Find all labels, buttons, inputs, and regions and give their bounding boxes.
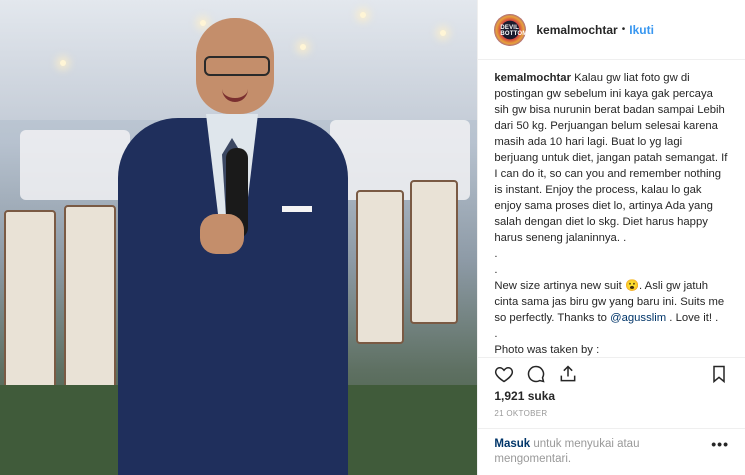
caption-text: Kalau gw liat foto gw di postingan gw se… [494,72,728,324]
comment-icon[interactable] [526,364,546,384]
post-date: 21 OKTOBER [494,409,548,418]
separator-dot: • [621,24,626,35]
chair [4,210,56,414]
username-link[interactable]: kemalmochtar [536,23,617,37]
user-avatar[interactable]: DEVIL BOTTOM [494,13,528,46]
comment-prompt-text: Masuk untuk menyukai atau mengomentari. [494,437,711,467]
avatar-logo-text: DEVIL BOTTOM [500,24,528,37]
hand [200,214,244,254]
smiling-man-in-blue-suit [118,18,348,475]
chair [64,205,116,409]
heart-icon[interactable] [494,364,514,384]
post-header: DEVIL BOTTOM kemalmochtar • Ikuti [478,0,745,60]
more-options-icon[interactable]: ••• [711,437,729,467]
chair [356,190,404,344]
share-icon[interactable] [558,364,578,384]
glasses [204,56,270,76]
follow-button[interactable]: Ikuti [629,23,654,37]
pocket-square [282,206,312,212]
post-photo[interactable] [0,0,478,475]
caption-username[interactable]: kemalmochtar [494,72,571,84]
like-count[interactable]: 1,921 suka [478,389,745,403]
string-light [60,60,66,66]
comment-prompt: Masuk untuk menyukai atau mengomentari. … [478,428,745,475]
instagram-post: DEVIL BOTTOM kemalmochtar • Ikuti kemalm… [0,0,745,475]
login-link[interactable]: Masuk [494,438,530,450]
mention-link[interactable]: @agusslim [610,312,666,324]
string-light [440,30,446,36]
bookmark-icon[interactable] [709,364,729,384]
banquet-table [20,130,130,200]
post-caption: kemalmochtar Kalau gw liat foto gw di po… [478,60,745,357]
chair [410,180,458,324]
post-sidebar: DEVIL BOTTOM kemalmochtar • Ikuti kemalm… [477,0,745,475]
string-light [360,12,366,18]
action-bar [478,357,745,389]
